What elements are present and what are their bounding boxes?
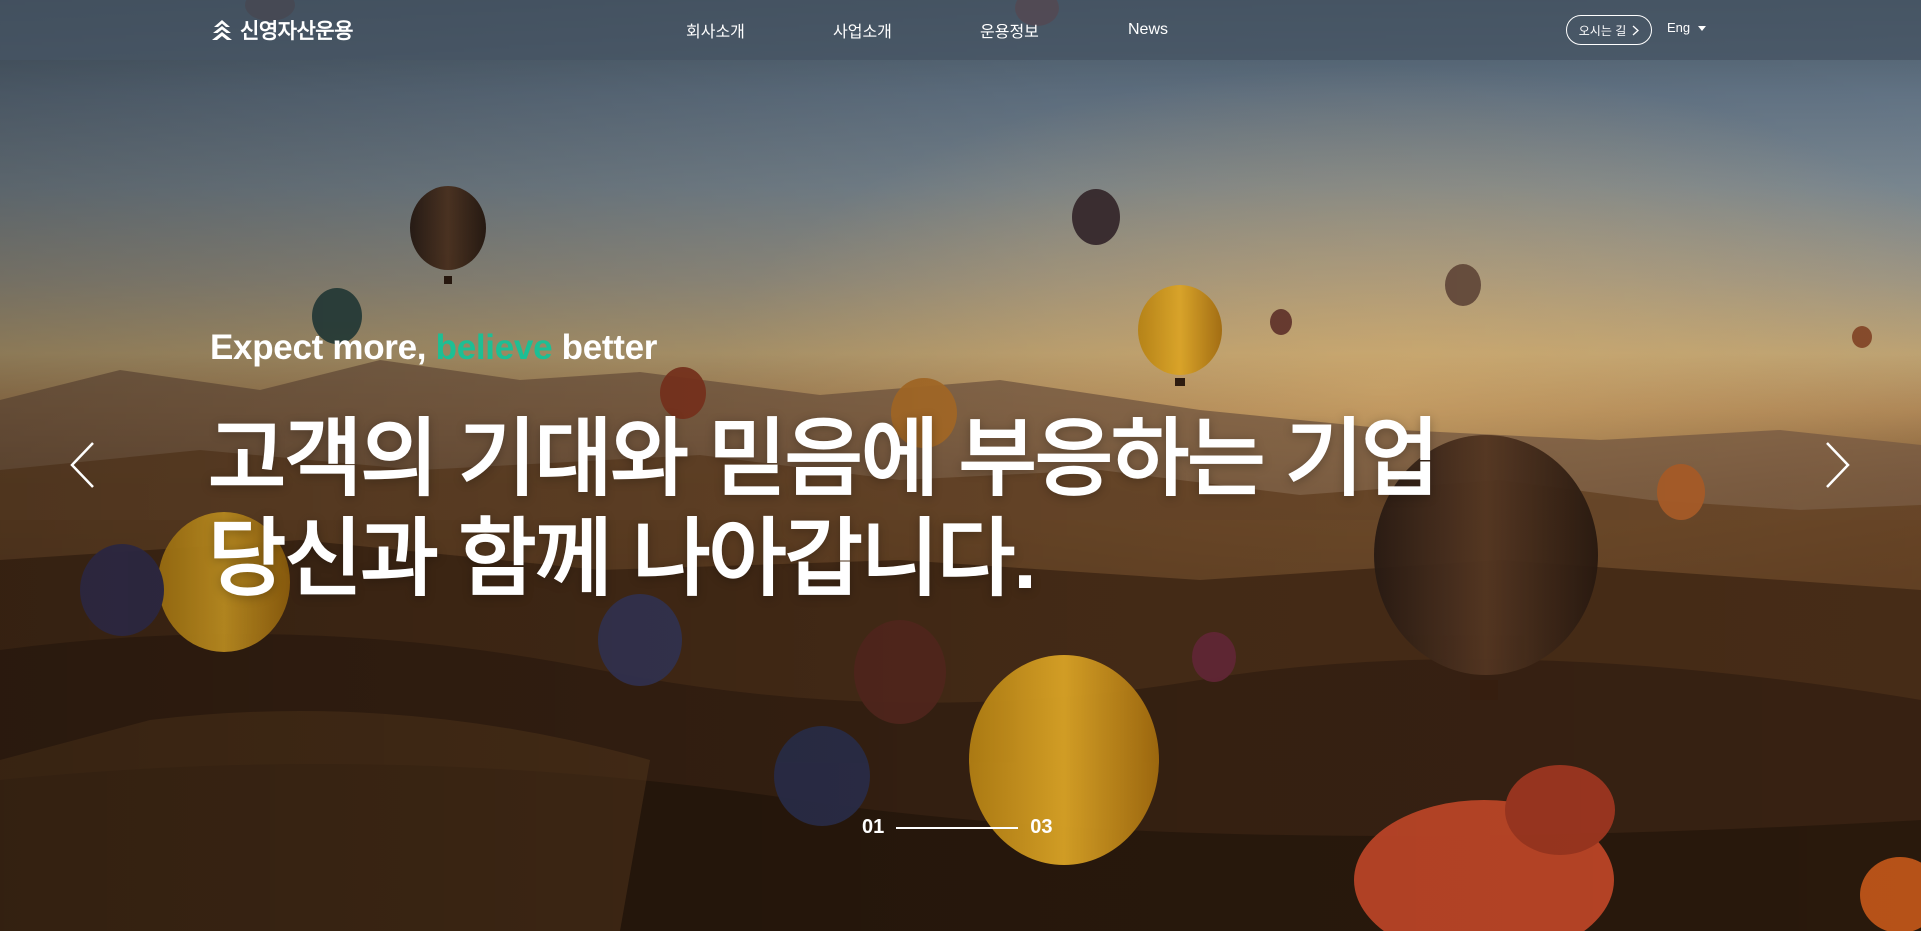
- directions-label: 오시는 길: [1578, 23, 1627, 38]
- headline-line-1: 고객의 기대와 믿음에 부응하는 기업: [208, 412, 1439, 507]
- nav-item-news[interactable]: News: [1128, 21, 1168, 39]
- caret-down-icon: [1698, 26, 1707, 31]
- slide-next-button[interactable]: [1822, 440, 1852, 490]
- slide-prev-button[interactable]: [68, 440, 98, 490]
- nav-item-company[interactable]: 회사소개: [686, 18, 833, 42]
- hero-headline: 고객의 기대와 믿음에 부응하는 기업 당신과 함께 나아갑니다.: [208, 410, 1439, 610]
- site-header: 신영자산운용 회사소개 사업소개 운용정보 News 오시는 길 Eng: [0, 0, 1921, 60]
- tagline-accent: believe: [435, 328, 553, 367]
- logo-mark-icon: [212, 20, 232, 40]
- pager-progress-line: [896, 826, 1019, 829]
- tagline-start: Expect more,: [210, 328, 436, 367]
- chevron-left-icon: [70, 442, 94, 488]
- brand-logo[interactable]: 신영자산운용: [210, 16, 353, 44]
- hero-tagline: Expect more, believe better: [210, 328, 657, 368]
- headline-line-2: 당신과 함께 나아갑니다.: [208, 512, 1037, 607]
- pager-total: 03: [1030, 816, 1053, 838]
- nav-item-fund-info[interactable]: 운용정보: [980, 18, 1128, 42]
- language-selector[interactable]: Eng: [1667, 20, 1707, 35]
- main-nav: 회사소개 사업소개 운용정보 News: [686, 0, 1168, 60]
- chevron-right-icon: [1632, 25, 1640, 35]
- tagline-end: better: [552, 328, 658, 367]
- language-label: Eng: [1667, 20, 1691, 35]
- pager-current: 01: [862, 816, 885, 838]
- brand-name: 신영자산운용: [240, 20, 353, 43]
- slide-pager: 01 03: [862, 816, 1053, 839]
- chevron-right-icon: [1826, 442, 1850, 488]
- nav-item-business[interactable]: 사업소개: [833, 18, 980, 42]
- directions-button[interactable]: 오시는 길: [1566, 15, 1652, 45]
